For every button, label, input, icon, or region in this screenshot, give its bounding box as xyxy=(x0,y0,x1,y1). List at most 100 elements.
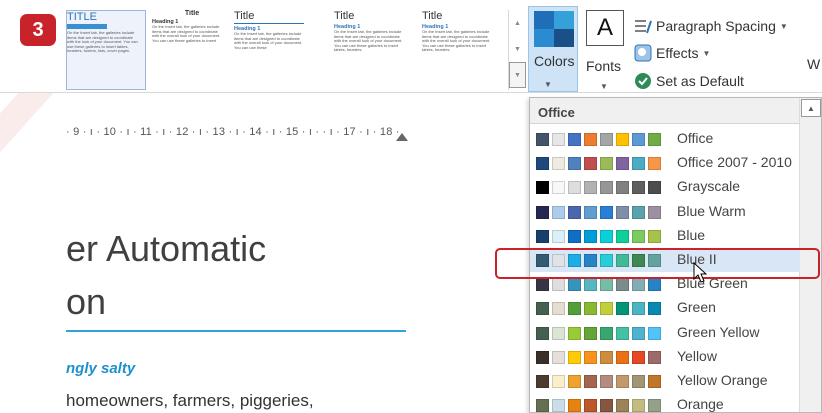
color-swatch xyxy=(648,229,661,243)
color-swatch xyxy=(584,326,597,340)
colors-button[interactable]: Colors xyxy=(528,6,578,92)
color-swatch xyxy=(552,302,565,316)
color-swatch xyxy=(632,157,645,171)
color-swatch xyxy=(648,181,661,195)
effects-label: Effects xyxy=(656,45,699,61)
color-swatch xyxy=(616,350,629,364)
color-swatch xyxy=(584,157,597,171)
color-swatch xyxy=(552,229,565,243)
checkmark-icon xyxy=(634,72,652,90)
color-theme-item[interactable]: Blue xyxy=(530,224,800,248)
color-swatch xyxy=(584,350,597,364)
color-swatch xyxy=(616,278,629,292)
color-swatches xyxy=(536,399,664,412)
color-swatch xyxy=(584,399,597,412)
color-theme-label: Grayscale xyxy=(677,178,741,195)
color-theme-label: Yellow xyxy=(677,347,717,364)
color-swatch xyxy=(552,375,565,388)
document-title-line-2: on xyxy=(66,281,107,322)
color-swatch xyxy=(600,350,613,364)
color-swatch xyxy=(616,157,629,171)
color-swatch xyxy=(648,133,661,146)
color-swatch xyxy=(632,205,645,219)
style-thumbnail-body: On the Insert tab, the galleries include… xyxy=(234,31,303,50)
color-swatches xyxy=(536,326,664,340)
color-swatch xyxy=(552,278,565,292)
style-thumbnail-body: On the Insert tab, the galleries include… xyxy=(334,29,403,53)
effects-icon xyxy=(634,44,652,62)
color-swatch xyxy=(616,181,629,195)
color-swatch xyxy=(568,399,581,412)
color-swatch xyxy=(568,375,581,388)
color-swatch xyxy=(648,326,661,340)
fonts-button[interactable]: A Fonts ▼ xyxy=(582,6,628,92)
gallery-more-icon[interactable]: ▼ xyxy=(509,62,526,88)
color-swatches xyxy=(536,181,664,195)
set-as-default-button[interactable]: Set as Default xyxy=(634,70,744,92)
color-theme-item[interactable]: Office 2007 - 2010 xyxy=(530,151,800,175)
color-swatches xyxy=(536,302,664,316)
color-theme-item[interactable]: Grayscale xyxy=(530,175,800,199)
style-set-thumbnail[interactable]: Title Heading 1 On the Insert tab, the gal… xyxy=(422,10,502,90)
color-theme-item[interactable]: Green xyxy=(530,296,800,320)
color-swatches xyxy=(536,205,664,219)
style-gallery: TITLE On the Insert tab, the galleries in… xyxy=(66,10,508,90)
scroll-up-icon[interactable]: ▲ xyxy=(801,99,821,117)
style-set-thumbnail[interactable]: Title Heading 1 On the Insert tab, the gal… xyxy=(334,10,414,90)
style-set-thumbnail[interactable]: Title Heading 1 On the Insert tab, the gal… xyxy=(152,10,232,90)
indent-marker-icon[interactable] xyxy=(396,133,408,141)
color-swatch xyxy=(568,133,581,146)
color-swatch xyxy=(600,229,613,243)
style-thumbnail-body: On the Insert tab, the galleries include… xyxy=(422,29,491,53)
color-swatch xyxy=(648,157,661,171)
color-swatch xyxy=(536,399,549,412)
color-theme-item[interactable]: Yellow xyxy=(530,345,800,369)
color-theme-label: Blue xyxy=(677,226,706,243)
color-swatch xyxy=(584,133,597,146)
color-swatch xyxy=(632,278,645,292)
color-swatch xyxy=(600,399,613,412)
color-swatch xyxy=(568,157,581,171)
style-set-thumbnail[interactable]: Title Heading 1 On the Insert tab, the gal… xyxy=(234,10,314,90)
color-theme-item[interactable]: Green Yellow xyxy=(530,321,800,345)
color-swatches xyxy=(536,350,664,364)
color-swatch xyxy=(568,350,581,364)
color-swatch xyxy=(568,326,581,340)
mouse-cursor-icon xyxy=(693,262,708,283)
color-swatch xyxy=(648,375,661,388)
color-swatch xyxy=(552,205,565,219)
selection-highlight-box xyxy=(495,248,820,279)
color-theme-item[interactable]: Office xyxy=(530,127,800,151)
style-thumbnail-title: TITLE xyxy=(67,11,97,23)
style-thumbnail-title: Title xyxy=(422,10,443,22)
color-swatch xyxy=(616,229,629,243)
document-subtitle: ngly salty xyxy=(66,360,136,377)
color-swatch xyxy=(632,399,645,412)
color-swatch xyxy=(600,302,613,316)
fonts-icon: A xyxy=(586,10,624,46)
color-swatch xyxy=(536,157,549,171)
color-swatches xyxy=(536,133,664,146)
paragraph-spacing-icon xyxy=(634,17,652,35)
color-swatch xyxy=(648,350,661,364)
ruler: · 9 · ı · 10 · ı · 11 · ı · 12 · ı · 13 … xyxy=(66,126,400,138)
effects-button[interactable]: Effects ▼ xyxy=(634,42,710,64)
color-swatch xyxy=(616,375,629,388)
color-theme-item[interactable]: Yellow Orange xyxy=(530,369,800,393)
gallery-down-arrow-icon[interactable]: ▼ xyxy=(509,36,526,62)
paragraph-spacing-caret-icon: ▼ xyxy=(779,21,788,31)
style-set-thumbnail[interactable]: TITLE On the Insert tab, the galleries in… xyxy=(66,10,146,90)
color-swatch xyxy=(648,278,661,292)
color-swatch xyxy=(616,133,629,146)
paragraph-spacing-button[interactable]: Paragraph Spacing ▼ xyxy=(634,15,788,37)
color-swatch xyxy=(552,157,565,171)
color-theme-label: Office 2007 - 2010 xyxy=(677,154,792,171)
gallery-up-arrow-icon[interactable]: ▲ xyxy=(509,10,526,36)
color-swatch xyxy=(536,375,549,388)
color-swatch xyxy=(584,375,597,388)
color-swatch xyxy=(632,375,645,388)
color-swatch xyxy=(632,302,645,316)
color-theme-item[interactable]: Orange xyxy=(530,393,800,412)
color-swatch xyxy=(568,302,581,316)
color-theme-item[interactable]: Blue Warm xyxy=(530,200,800,224)
